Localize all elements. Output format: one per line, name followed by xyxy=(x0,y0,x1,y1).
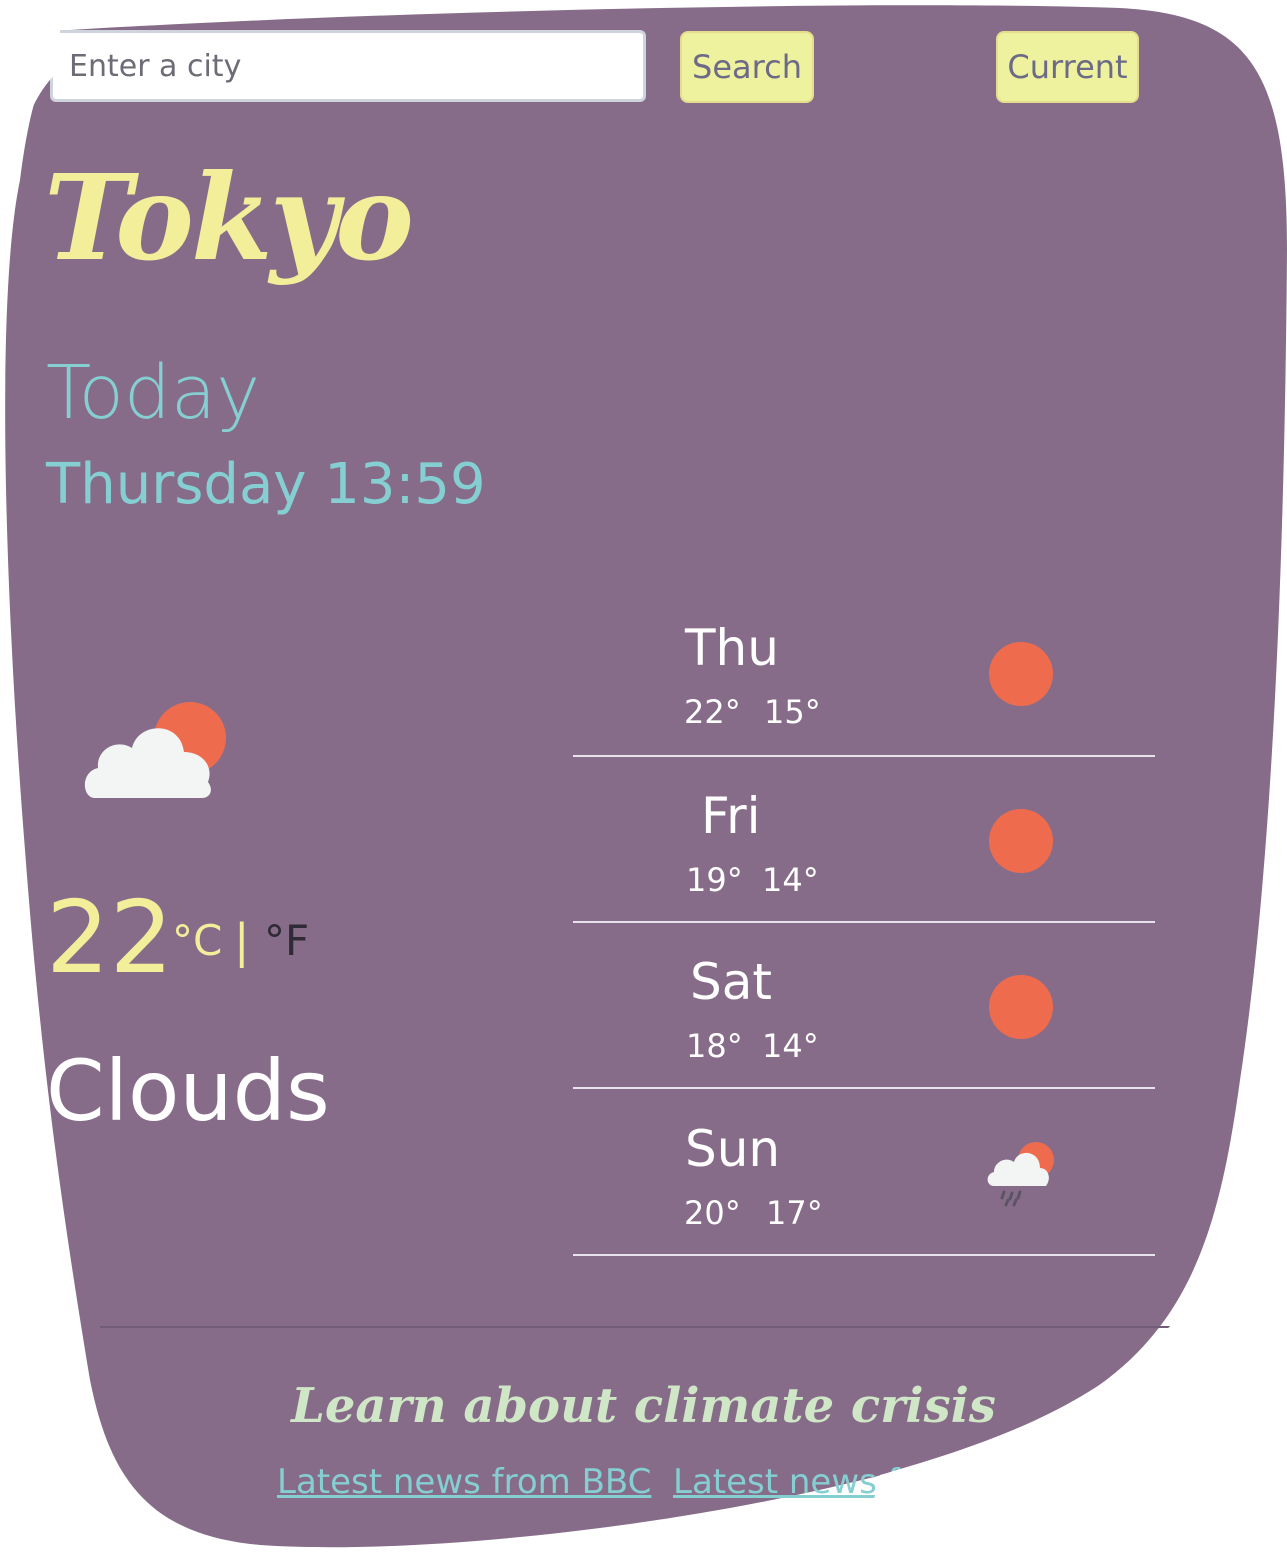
forecast-row: Fri 19° 14° xyxy=(573,757,1155,923)
forecast-max-temp: 20° xyxy=(684,1194,741,1232)
forecast-day: Sun xyxy=(685,1120,781,1178)
today-label: Today xyxy=(46,350,261,436)
city-name: Tokyo xyxy=(44,148,414,287)
forecast-day: Fri xyxy=(701,787,761,845)
forecast-row: Sat 18° 14° xyxy=(573,923,1155,1089)
forecast-row: Sun 20° 17° xyxy=(573,1090,1155,1256)
search-button[interactable]: Search xyxy=(680,31,814,103)
unit-separator: | xyxy=(234,914,250,968)
forecast-min-temp: 14° xyxy=(762,1027,819,1065)
bbc-news-link[interactable]: Latest news from BBC xyxy=(277,1462,651,1502)
footer-divider xyxy=(100,1326,1185,1328)
forecast-max-temp: 22° xyxy=(684,693,741,731)
news-link-2[interactable]: Latest news from xyxy=(673,1462,967,1502)
temperature-value: 22 xyxy=(46,879,174,996)
sun-icon xyxy=(989,809,1053,873)
forecast-min-temp: 14° xyxy=(762,861,819,899)
current-location-button[interactable]: Current xyxy=(996,31,1139,103)
forecast-max-temp: 19° xyxy=(686,861,743,899)
forecast-min-temp: 15° xyxy=(764,693,821,731)
celsius-toggle[interactable]: °C xyxy=(172,916,222,965)
row-divider xyxy=(573,1087,1155,1089)
partly-cloudy-icon xyxy=(84,702,226,798)
weather-description: Clouds xyxy=(46,1042,330,1140)
city-search-input[interactable] xyxy=(50,30,646,102)
forecast-day: Thu xyxy=(685,619,779,677)
forecast-min-temp: 17° xyxy=(766,1194,823,1232)
row-divider xyxy=(573,1254,1155,1256)
forecast-max-temp: 18° xyxy=(686,1027,743,1065)
forecast-day: Sat xyxy=(690,953,772,1011)
forecast-row: Thu 22° 15° xyxy=(573,591,1155,757)
fahrenheit-toggle[interactable]: °F xyxy=(264,916,309,965)
sun-icon xyxy=(989,642,1053,706)
sun-icon xyxy=(989,975,1053,1039)
rain-cloud-sun-icon xyxy=(987,1142,1054,1207)
date-time: Thursday 13:59 xyxy=(46,452,486,517)
climate-crisis-heading: Learn about climate crisis xyxy=(291,1378,996,1434)
